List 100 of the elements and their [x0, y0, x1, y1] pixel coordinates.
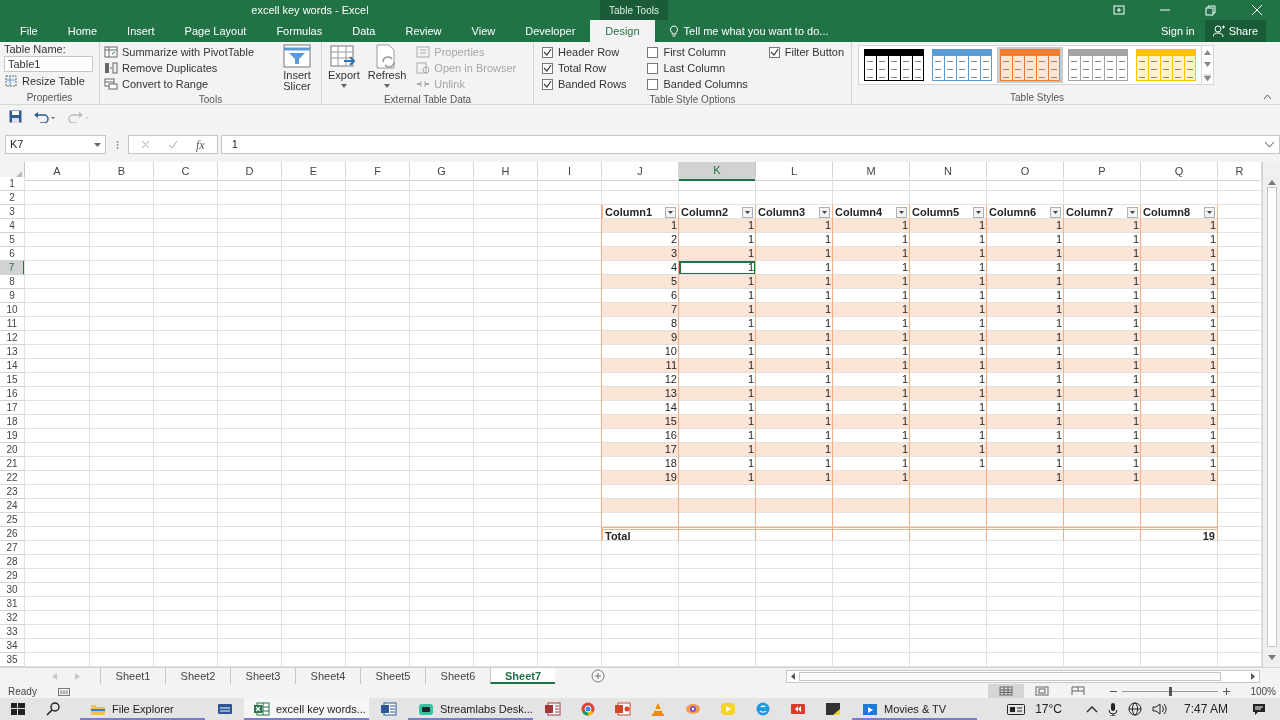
column-header[interactable]: N	[910, 162, 987, 181]
microphone-icon[interactable]	[1107, 702, 1118, 716]
dropdown-icon[interactable]	[94, 142, 101, 147]
column-header[interactable]: R	[1218, 162, 1262, 181]
ribbon-tab[interactable]: Review	[390, 20, 457, 42]
ribbon-tab[interactable]: Formulas	[261, 20, 338, 42]
filter-dropdown-button[interactable]	[973, 206, 984, 218]
checkbox[interactable]	[768, 46, 780, 58]
row-header[interactable]: 14	[0, 359, 25, 373]
column-header[interactable]: P	[1064, 162, 1141, 181]
row-header[interactable]: 15	[0, 373, 25, 387]
row-header[interactable]: 23	[0, 485, 25, 499]
scroll-right-icon[interactable]	[1251, 672, 1255, 680]
column-header[interactable]: O	[987, 162, 1064, 181]
row-header[interactable]: 19	[0, 429, 25, 443]
checkbox[interactable]	[647, 78, 659, 90]
sheet-tab[interactable]: Sheet7	[490, 668, 555, 684]
row-header[interactable]: 25	[0, 513, 25, 527]
column-header[interactable]: E	[282, 162, 346, 181]
filter-dropdown-button[interactable]	[1050, 206, 1061, 218]
table-cell[interactable]: 1	[679, 261, 756, 275]
checkbox[interactable]	[542, 46, 553, 58]
row-header[interactable]: 26	[0, 527, 25, 541]
row-header[interactable]: 2	[0, 191, 25, 205]
view-button[interactable]	[988, 684, 1024, 698]
row-header[interactable]: 35	[0, 653, 25, 667]
collapse-ribbon-icon[interactable]	[1263, 94, 1272, 100]
ribbon-tab[interactable]: Developer	[510, 20, 591, 42]
insert-slicer-button[interactable]: Insert Slicer	[277, 44, 317, 92]
taskbar-button[interactable]: Streamlabs Desk...	[408, 698, 533, 720]
scroll-down-icon[interactable]	[1267, 655, 1276, 660]
ribbon-button[interactable]: Resize Table	[4, 73, 95, 89]
row-header[interactable]: 4	[0, 219, 25, 233]
taskbar-button[interactable]: excell key words...	[244, 698, 369, 720]
filter-dropdown-button[interactable]	[742, 206, 753, 218]
row-header[interactable]: 29	[0, 569, 25, 583]
add-sheet-icon[interactable]	[591, 669, 605, 683]
chevron-up-icon[interactable]	[1085, 705, 1098, 713]
scroll-thumb[interactable]	[1266, 187, 1277, 647]
ribbon-tab[interactable]: Insert	[112, 20, 170, 42]
scroll-up-icon[interactable]	[1204, 49, 1211, 55]
column-header[interactable]: K	[679, 162, 756, 181]
ribbon-button[interactable]: Export	[326, 44, 362, 92]
zoom-in-icon[interactable]	[1223, 687, 1230, 695]
column-header[interactable]: Q	[1141, 162, 1218, 181]
ribbon-button[interactable]: Summarize with PivotTable	[104, 44, 255, 60]
row-header[interactable]: 30	[0, 583, 25, 597]
filter-dropdown-button[interactable]	[896, 206, 907, 218]
row-header[interactable]: 24	[0, 499, 25, 513]
formula-field[interactable]: 1	[220, 135, 1280, 154]
row-header[interactable]: 5	[0, 233, 25, 247]
scroll-up-icon[interactable]	[1267, 180, 1276, 185]
ribbon-tab[interactable]: Page Layout	[169, 20, 262, 42]
checkbox[interactable]	[647, 46, 659, 58]
row-header[interactable]: 12	[0, 331, 25, 345]
ribbon-tab[interactable]: Home	[52, 20, 113, 42]
undo-icon[interactable]	[34, 110, 56, 123]
row-header[interactable]: 20	[0, 443, 25, 457]
row-header[interactable]: 21	[0, 457, 25, 471]
scroll-left-icon[interactable]	[791, 672, 795, 680]
column-header[interactable]: J	[602, 162, 679, 181]
checkbox[interactable]	[542, 62, 553, 74]
filter-dropdown-button[interactable]	[1204, 206, 1215, 218]
row-header[interactable]: 17	[0, 401, 25, 415]
ribbon-tab[interactable]: Design	[590, 20, 655, 42]
zoom-slider-thumb[interactable]	[1169, 686, 1172, 696]
filter-dropdown-button[interactable]	[819, 206, 830, 218]
column-header[interactable]: A	[25, 162, 90, 181]
row-header[interactable]: 22	[0, 471, 25, 485]
row-header[interactable]: 10	[0, 303, 25, 317]
row-header[interactable]: 13	[0, 345, 25, 359]
row-header[interactable]: 33	[0, 625, 25, 639]
row-header[interactable]: 3	[0, 205, 25, 219]
checkbox[interactable]	[542, 78, 553, 90]
row-header[interactable]: 1	[0, 177, 25, 191]
column-header[interactable]: D	[218, 162, 282, 181]
ribbon-button[interactable]: Remove Duplicates	[104, 60, 255, 76]
share-button[interactable]: Share	[1204, 20, 1266, 42]
column-header[interactable]: B	[90, 162, 154, 181]
row-header[interactable]: 28	[0, 555, 25, 569]
column-header[interactable]: G	[410, 162, 474, 181]
column-header[interactable]: I	[538, 162, 602, 181]
table-name-field[interactable]: Table1	[4, 56, 93, 72]
clock-text[interactable]: 7:47 AM	[1183, 700, 1228, 718]
ribbon-tab[interactable]: View	[456, 20, 511, 42]
row-header[interactable]: 32	[0, 611, 25, 625]
news-icon[interactable]	[1007, 703, 1026, 715]
ribbon-tab[interactable]: Data	[337, 20, 391, 42]
zoom-level[interactable]: 100%	[1230, 683, 1280, 699]
row-header[interactable]: 16	[0, 387, 25, 401]
scroll-thumb[interactable]	[799, 671, 1221, 681]
save-icon[interactable]	[9, 110, 22, 123]
scroll-down-icon[interactable]	[1204, 61, 1211, 67]
filter-dropdown-button[interactable]	[665, 206, 676, 218]
ribbon-button[interactable]: Refresh	[365, 44, 409, 92]
insert-function-button[interactable]: fx	[196, 135, 205, 154]
row-header[interactable]: 18	[0, 415, 25, 429]
name-box[interactable]: K7	[5, 135, 106, 154]
taskbar-button[interactable]: File Explorer	[80, 698, 205, 720]
expand-icon[interactable]	[1265, 142, 1274, 147]
